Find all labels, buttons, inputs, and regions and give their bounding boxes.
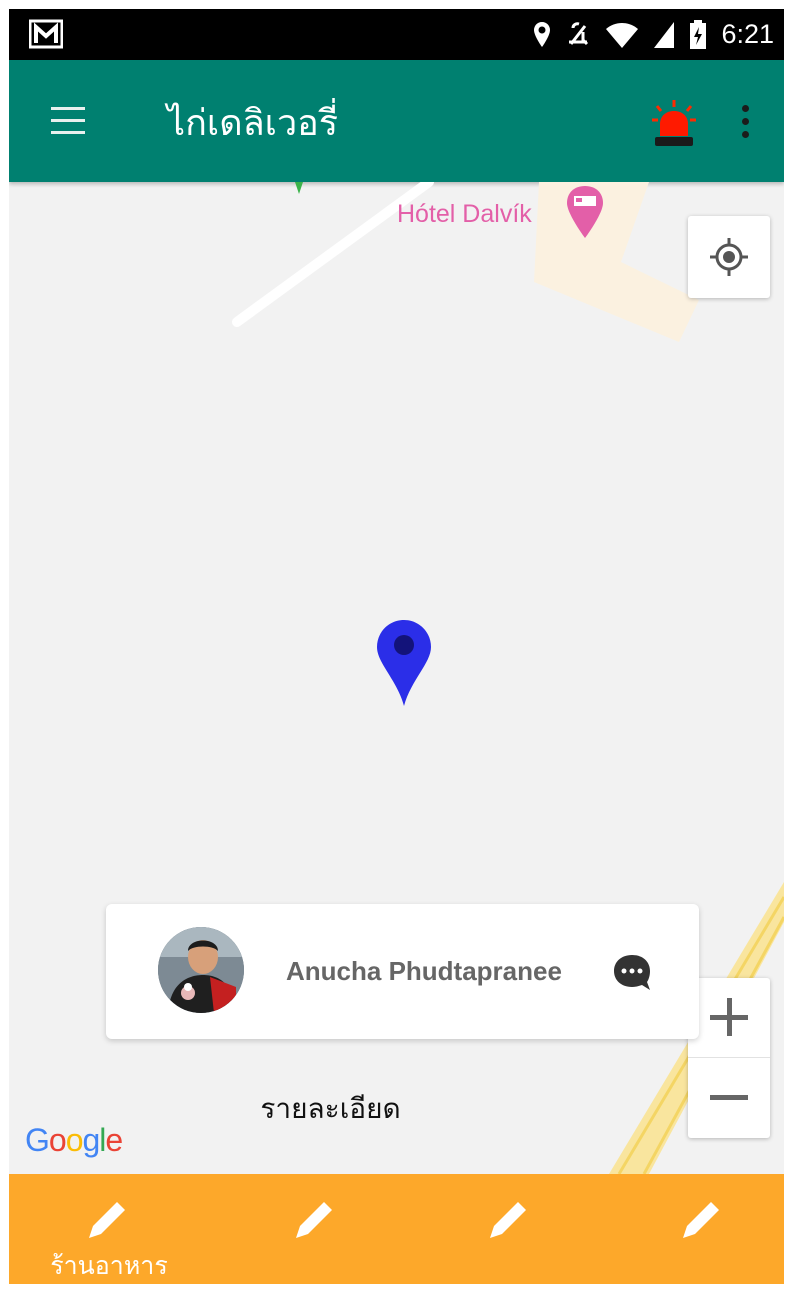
pencil-icon [89, 1202, 125, 1238]
minus-icon [710, 1095, 748, 1100]
siren-icon[interactable] [649, 98, 699, 150]
zoom-controls [688, 978, 770, 1138]
poi-label[interactable]: Hótel Dalvík [397, 200, 532, 229]
signal-icon [654, 21, 675, 48]
app-screen: 6:21 ไก่เดลิเวอรี่ Hótel Dalvík Google A… [9, 9, 784, 1284]
clock-time: 6:21 [721, 19, 774, 49]
chat-bubble-icon[interactable] [611, 952, 653, 992]
driver-name: Anucha Phudtapranee [286, 956, 562, 986]
hamburger-menu-icon[interactable] [51, 107, 85, 135]
location-icon [534, 22, 551, 47]
nav-item-restaurant[interactable]: ร้านอาหาร [9, 1174, 202, 1284]
driver-card[interactable]: Anucha Phudtapranee [106, 904, 699, 1039]
location-marker-icon[interactable] [375, 618, 433, 708]
hotel-icon[interactable] [564, 184, 606, 240]
my-location-button[interactable] [688, 216, 770, 298]
nav-item-3[interactable] [396, 1174, 589, 1284]
bottom-nav: ร้านอาหาร [9, 1174, 784, 1284]
app-title: ไก่เดลิเวอรี่ [167, 103, 339, 144]
details-link[interactable]: รายละเอียด [9, 1087, 652, 1131]
status-bar: 6:21 [9, 9, 784, 60]
app-toolbar: ไก่เดลิเวอรี่ [9, 60, 784, 182]
driver-avatar[interactable] [158, 927, 244, 1013]
pencil-icon [683, 1202, 719, 1238]
nav-item-2[interactable] [202, 1174, 395, 1284]
status-icons: 6:21 [533, 9, 774, 60]
wifi-icon [606, 22, 639, 48]
pencil-icon [490, 1202, 526, 1238]
nav-item-4[interactable] [589, 1174, 782, 1284]
mute-icon [569, 21, 589, 45]
battery-icon [690, 19, 707, 49]
pencil-icon [296, 1202, 332, 1238]
gmail-icon [29, 19, 63, 49]
more-vertical-icon[interactable] [739, 105, 751, 143]
zoom-in-button[interactable] [688, 978, 770, 1058]
nav-item-label: ร้านอาหาร [50, 1251, 168, 1280]
zoom-out-button[interactable] [688, 1058, 770, 1137]
my-location-icon [710, 238, 748, 276]
